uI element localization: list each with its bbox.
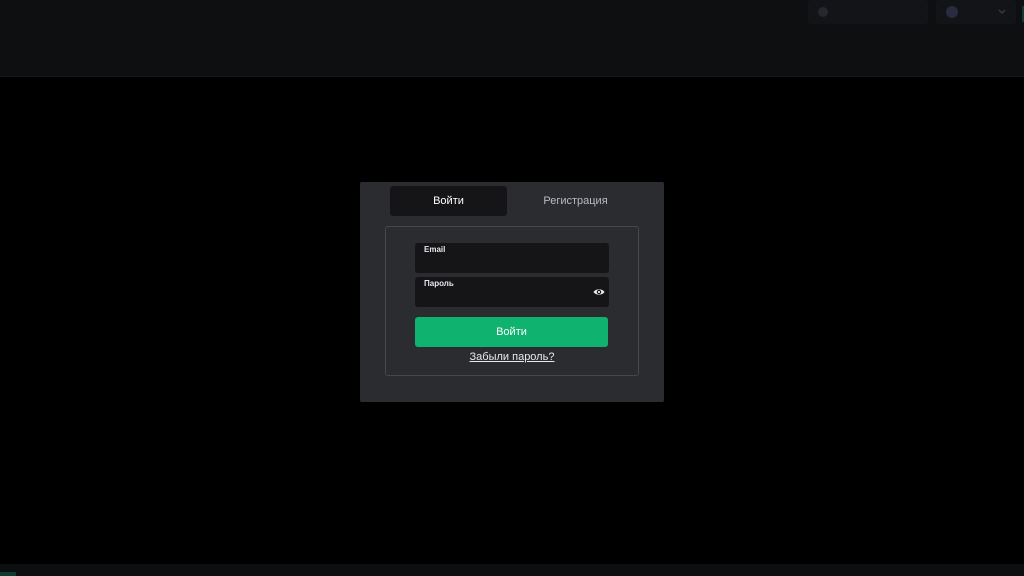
chevron-down-icon xyxy=(998,9,1006,14)
header-actions xyxy=(808,0,1016,24)
language-selector[interactable] xyxy=(936,0,1016,24)
password-input[interactable] xyxy=(424,290,584,304)
email-label: Email xyxy=(424,245,446,254)
bottom-accent xyxy=(0,572,16,576)
eye-icon[interactable] xyxy=(593,287,605,297)
email-input[interactable] xyxy=(424,256,584,270)
login-form: Email Пароль Войти Забыли пароль? xyxy=(385,226,639,376)
password-field[interactable]: Пароль xyxy=(415,277,609,307)
forgot-password-link[interactable]: Забыли пароль? xyxy=(386,351,638,363)
auth-modal: Войти Регистрация Email Пароль Войти Заб… xyxy=(360,182,664,402)
top-header xyxy=(0,0,1024,77)
email-field[interactable]: Email xyxy=(415,243,609,273)
tab-login[interactable]: Войти xyxy=(390,186,507,216)
wallet-icon xyxy=(818,7,828,17)
balance-chip[interactable] xyxy=(808,0,928,24)
flag-icon xyxy=(946,6,958,18)
auth-tabs: Войти Регистрация xyxy=(390,186,634,216)
password-label: Пароль xyxy=(424,279,454,288)
bottom-bar xyxy=(0,564,1024,576)
login-submit-button[interactable]: Войти xyxy=(415,317,608,347)
tab-register[interactable]: Регистрация xyxy=(517,186,634,216)
